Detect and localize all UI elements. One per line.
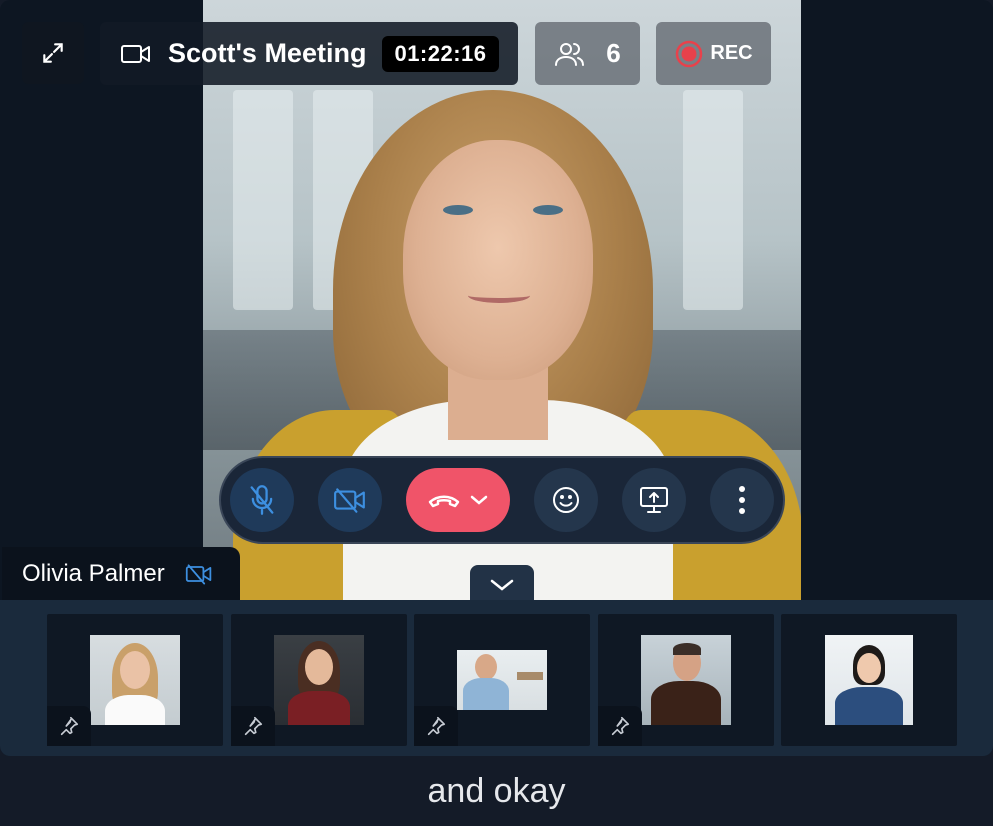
pin-icon <box>611 716 630 736</box>
collapse-thumbnails-button[interactable] <box>470 565 534 605</box>
participant-thumbnail[interactable] <box>231 614 407 746</box>
participant-video <box>641 635 731 725</box>
reactions-button[interactable] <box>534 468 598 532</box>
camera-button[interactable] <box>318 468 382 532</box>
pin-button[interactable] <box>598 706 642 746</box>
pin-button[interactable] <box>47 706 91 746</box>
phone-hangup-icon <box>428 495 460 508</box>
participant-count: 6 <box>606 38 621 68</box>
screen-share-icon <box>640 487 668 513</box>
pin-button[interactable] <box>231 706 275 746</box>
more-options-button[interactable] <box>710 468 774 532</box>
expand-button[interactable] <box>22 22 84 84</box>
record-button[interactable]: REC <box>656 22 771 85</box>
end-call-button[interactable] <box>406 468 510 532</box>
chevron-down-icon <box>490 579 514 591</box>
participant-video <box>274 635 364 725</box>
participant-thumbnail[interactable] <box>598 614 774 746</box>
meeting-timer: 01:22:16 <box>382 35 499 72</box>
participant-video <box>825 635 913 725</box>
meeting-title: Scott's Meeting <box>168 38 367 68</box>
people-icon <box>555 42 585 66</box>
pin-icon <box>244 716 263 736</box>
more-vertical-icon <box>739 486 745 514</box>
participant-thumbnail[interactable] <box>414 614 590 746</box>
video-camera-icon <box>121 44 150 63</box>
call-controls <box>219 456 785 544</box>
mute-button[interactable] <box>230 468 294 532</box>
record-label: REC <box>710 42 753 64</box>
participant-video <box>457 650 547 710</box>
meeting-stage: Scott's Meeting 01:22:16 6 REC Olivia Pa… <box>0 0 993 756</box>
pin-button[interactable] <box>414 706 458 746</box>
participant-thumbnail[interactable] <box>47 614 223 746</box>
camera-off-icon <box>334 488 365 513</box>
participant-thumbnail[interactable] <box>781 614 957 746</box>
speaker-name: Olivia Palmer <box>22 559 165 587</box>
meeting-title-bar: Scott's Meeting 01:22:16 <box>100 22 518 85</box>
pin-icon <box>60 716 79 736</box>
expand-icon <box>43 43 63 63</box>
speaker-name-tag: Olivia Palmer <box>2 547 240 600</box>
live-caption: and okay <box>427 771 566 810</box>
participants-button[interactable]: 6 <box>535 22 640 85</box>
mic-off-icon <box>250 485 274 515</box>
participant-video <box>90 635 180 725</box>
record-icon <box>676 40 703 67</box>
camera-off-icon <box>185 563 211 584</box>
pin-icon <box>427 716 446 736</box>
chevron-down-icon <box>470 495 488 505</box>
share-screen-button[interactable] <box>622 468 686 532</box>
smiley-icon <box>553 487 579 513</box>
